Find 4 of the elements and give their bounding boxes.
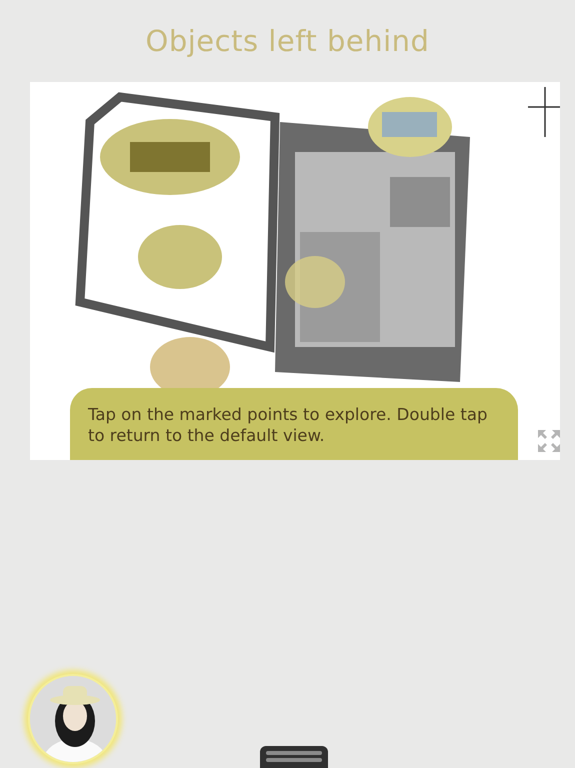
page-title: Objects left behind: [144, 23, 430, 60]
guide-avatar[interactable]: [28, 674, 118, 764]
menu-button[interactable]: [260, 746, 328, 768]
instruction-callout: Tap on the marked points to explore. Double tap to return to the default view.: [70, 388, 518, 460]
